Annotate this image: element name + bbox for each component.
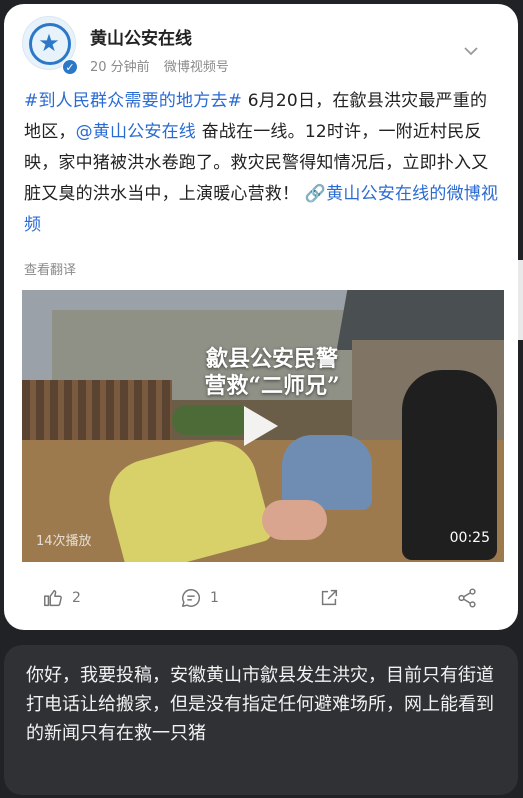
video-scene-police-officer bbox=[282, 435, 372, 510]
message-bubble: 你好，我要投稿，安徽黄山市歙县发生洪灾，目前只有街道打电话让给搬家，但是没有指定… bbox=[4, 645, 518, 795]
share-icon bbox=[458, 588, 476, 608]
weibo-post-card: ★ ✓ 黄山公安在线 20 分钟前 微博视频号 #到人民群众需要的地方去# 6月… bbox=[4, 4, 518, 630]
repost-button[interactable] bbox=[318, 580, 340, 616]
video-title-line-1: 歙县公安民警 bbox=[205, 346, 338, 372]
translate-link[interactable]: 查看翻译 bbox=[24, 259, 76, 278]
repost-icon bbox=[321, 589, 338, 606]
post-time: 20 分钟前 bbox=[90, 60, 150, 75]
police-badge-icon: ★ bbox=[38, 29, 60, 57]
share-button[interactable] bbox=[456, 580, 478, 616]
post-source[interactable]: 微博视频号 bbox=[164, 60, 229, 75]
post-text: #到人民群众需要的地方去# 6月20日，在歙县洪灾最严重的地区，@黄山公安在线 … bbox=[24, 86, 504, 241]
action-bar: 2 1 bbox=[4, 580, 518, 620]
username[interactable]: 黄山公安在线 bbox=[90, 24, 192, 49]
video-player[interactable]: 歙县公安民警 营救“二师兄” 14次播放 00:25 bbox=[22, 290, 504, 562]
verified-badge-icon: ✓ bbox=[62, 59, 78, 75]
post-meta: 20 分钟前 微博视频号 bbox=[90, 56, 229, 75]
video-duration: 00:25 bbox=[449, 530, 490, 546]
video-scene-pig bbox=[262, 500, 327, 540]
comment-count: 1 bbox=[210, 590, 219, 606]
like-button[interactable]: 2 bbox=[42, 580, 81, 616]
video-scene-plants bbox=[172, 405, 252, 435]
play-count: 14次播放 bbox=[36, 534, 92, 549]
play-icon[interactable] bbox=[244, 406, 278, 446]
comment-icon bbox=[182, 589, 201, 607]
video-title-line-2: 营救“二师兄” bbox=[204, 373, 340, 399]
background-edge bbox=[518, 260, 523, 340]
comment-button[interactable]: 1 bbox=[180, 580, 219, 616]
message-text: 你好，我要投稿，安徽黄山市歙县发生洪灾，目前只有街道打电话让给搬家，但是没有指定… bbox=[26, 665, 494, 744]
mention-link[interactable]: @黄山公安在线 bbox=[76, 122, 196, 142]
thumbs-up-icon bbox=[44, 590, 62, 607]
chevron-down-icon[interactable] bbox=[462, 42, 480, 60]
hashtag-link[interactable]: #到人民群众需要的地方去# bbox=[24, 91, 242, 111]
video-title-overlay: 歙县公安民警 营救“二师兄” bbox=[172, 346, 372, 400]
like-count: 2 bbox=[72, 590, 81, 606]
